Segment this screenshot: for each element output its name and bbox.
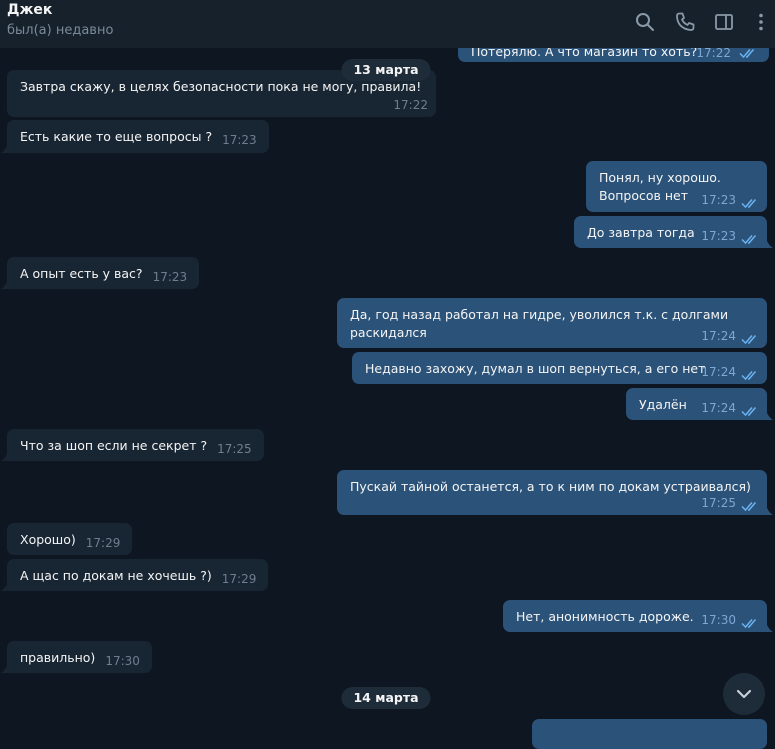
message-time: 17:30: [701, 613, 736, 627]
message-text: До завтра тогда: [587, 225, 695, 240]
double-check-icon: [741, 405, 759, 417]
message-incoming[interactable]: А опыт есть у вас? 17:23: [1, 257, 200, 289]
message-outgoing[interactable]: Удалён 17:24: [626, 388, 773, 420]
message-time: 17:29: [85, 536, 121, 550]
message-text: Есть какие то еще вопросы ?: [20, 129, 213, 144]
message-time: 17:23: [152, 270, 188, 284]
chat-title[interactable]: Джек: [7, 2, 52, 18]
message-time: 17:24: [701, 365, 736, 379]
message-time: 17:25: [701, 496, 736, 510]
message-incoming[interactable]: Есть какие то еще вопросы ? 17:23: [1, 120, 269, 153]
chat-status: был(а) недавно: [7, 23, 114, 38]
date-separator: 14 марта: [341, 687, 431, 709]
more-vertical-icon[interactable]: [749, 10, 773, 34]
message-time: 17:25: [217, 442, 252, 456]
message-time: 17:24: [701, 329, 736, 343]
message-time: 17:24: [701, 401, 736, 415]
message-text: Да, год назад работал на гидре, уволился…: [350, 307, 729, 340]
date-separator: 13 марта: [341, 59, 431, 81]
message-outgoing[interactable]: Недавно захожу, думал в шоп вернуться, а…: [352, 352, 767, 384]
message-incoming[interactable]: А щас по докам не хочешь ?) 17:29: [1, 559, 269, 591]
message-time: 17:23: [701, 193, 736, 207]
message-time: 17:22: [393, 98, 428, 112]
message-incoming[interactable]: Хорошо) 17:29: [7, 523, 133, 555]
message-incoming[interactable]: Что за шоп если не секрет ? 17:25: [1, 429, 264, 461]
message-time: 17:23: [701, 229, 736, 243]
double-check-icon: [741, 617, 759, 629]
message-text: Нет, анонимность дороже.: [516, 609, 694, 624]
chevron-down-icon: [736, 689, 752, 699]
message-text: Удалён: [639, 397, 687, 412]
message-text: Что за шоп если не секрет ?: [20, 438, 208, 453]
double-check-icon: [741, 197, 759, 209]
message-outgoing[interactable]: [532, 719, 767, 749]
double-check-icon: [741, 333, 759, 345]
message-time: 17:23: [222, 133, 257, 147]
message-text: Завтра скажу, в целях безопасности пока …: [20, 79, 422, 94]
double-check-icon: [741, 369, 759, 381]
message-time: 17:29: [221, 572, 257, 586]
double-check-icon: [741, 233, 759, 245]
message-outgoing[interactable]: Да, год назад работал на гидре, уволился…: [337, 298, 767, 348]
message-text: правильно): [20, 650, 96, 665]
double-check-icon: [741, 500, 759, 512]
message-list: Потерялю. А что магазин то хоть? 17:22 13…: [0, 0, 775, 749]
message-outgoing[interactable]: Нет, анонимность дороже. 17:30: [503, 600, 773, 632]
message-time: 17:30: [105, 654, 140, 668]
message-text: Недавно захожу, думал в шоп вернуться, а…: [365, 361, 706, 376]
scroll-to-bottom-button[interactable]: [723, 673, 765, 715]
message-text: А щас по докам не хочешь ?): [20, 568, 212, 583]
message-text: Хорошо): [20, 532, 76, 547]
double-check-icon: [739, 47, 757, 59]
message-outgoing[interactable]: Понял, ну хорошо. Вопросов нет 17:23: [586, 161, 767, 212]
message-text: А опыт есть у вас?: [20, 266, 143, 281]
message-outgoing[interactable]: Пускай тайной останется, а то к ним по д…: [337, 470, 773, 515]
message-incoming[interactable]: правильно) 17:30: [1, 641, 152, 673]
message-outgoing[interactable]: До завтра тогда 17:23: [574, 216, 773, 248]
sidebar-toggle-icon[interactable]: [712, 10, 736, 34]
message-text: Пускай тайной останется, а то к ним по д…: [350, 479, 751, 494]
chat-header: Джек был(а) недавно: [0, 0, 775, 48]
phone-icon[interactable]: [673, 10, 697, 34]
search-icon[interactable]: [633, 10, 657, 34]
